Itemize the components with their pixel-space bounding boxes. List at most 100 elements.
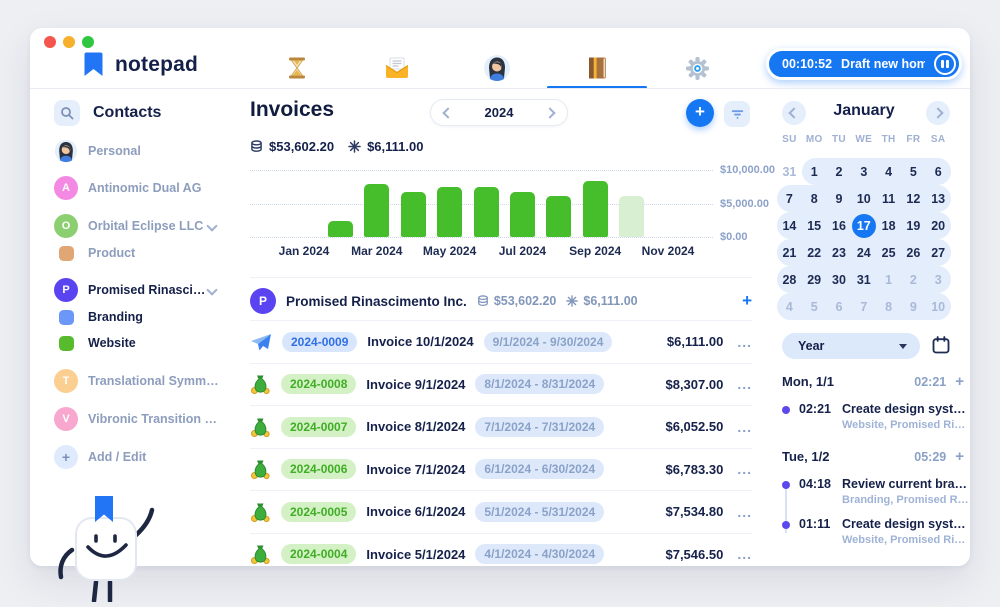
tab-ledger[interactable] <box>547 48 647 89</box>
calendar-day-6[interactable]: 6 <box>826 293 852 320</box>
calendar-day-10[interactable]: 10 <box>851 185 877 212</box>
contact-initial-avatar: T <box>54 369 78 393</box>
calendar-day-5[interactable]: 5 <box>900 158 926 185</box>
add-time-entry-button[interactable]: + <box>955 448 964 465</box>
calendar-day-2[interactable]: 2 <box>826 158 852 185</box>
calendar-day-18[interactable]: 18 <box>876 212 901 239</box>
invoice-menu-button[interactable]: ... <box>737 461 752 477</box>
invoice-row-2024-0007[interactable]: 2024-0007 Invoice 8/1/2024 7/1/2024 - 7/31… <box>250 406 752 449</box>
calendar-day-5[interactable]: 5 <box>801 293 827 320</box>
maximize-window-button[interactable] <box>82 36 94 48</box>
tab-hourglass[interactable] <box>247 48 347 88</box>
next-year-button[interactable] <box>544 106 556 119</box>
close-window-button[interactable] <box>44 36 56 48</box>
weekday-label: FR <box>906 134 921 145</box>
avatar-icon <box>483 54 511 82</box>
invoice-menu-button[interactable]: ... <box>737 504 752 520</box>
time-tracker-pill[interactable]: 00:10:52 Draft new homep... <box>766 48 962 80</box>
sidebar-item-promised-rinascimen[interactable]: P Promised Rinascimen... <box>54 277 224 303</box>
invoice-amount: $8,307.00 <box>665 376 724 392</box>
prev-year-button[interactable] <box>442 106 454 119</box>
calendar-day-15[interactable]: 15 <box>801 212 827 239</box>
calendar-day-11[interactable]: 11 <box>876 185 901 212</box>
calendar-day-17[interactable]: 17 <box>851 212 877 239</box>
sidebar-item-label: Antinomic Dual AG <box>88 181 202 195</box>
entry-tags: Branding, Promised Rinas... <box>842 494 970 506</box>
invoice-row-2024-0006[interactable]: 2024-0006 Invoice 7/1/2024 6/1/2024 - 6/30… <box>250 449 752 491</box>
calendar-day-28[interactable]: 28 <box>777 266 802 293</box>
sidebar-item-product[interactable]: Product <box>54 240 224 266</box>
invoice-menu-button[interactable]: ... <box>737 334 752 350</box>
calendar-day-1[interactable]: 1 <box>801 158 827 185</box>
pause-timer-button[interactable] <box>934 53 956 75</box>
contact-summary-row[interactable]: P Promised Rinascimento Inc. $53,602.20 … <box>250 282 752 320</box>
time-entry[interactable]: 04:18 Review current brand... Branding, Pr… <box>782 477 970 506</box>
sidebar-item-antinomic-dual-ag[interactable]: A Antinomic Dual AG <box>54 175 224 201</box>
sidebar-item-personal[interactable]: Personal <box>54 138 224 164</box>
sidebar-item-branding[interactable]: Branding <box>54 304 224 330</box>
invoice-row-2024-0008[interactable]: 2024-0008 Invoice 9/1/2024 8/1/2024 - 8/31… <box>250 364 752 406</box>
calendar-day-22[interactable]: 22 <box>801 239 827 266</box>
calendar-day-3[interactable]: 3 <box>925 266 951 293</box>
chart-bar-mar-2024 <box>364 183 390 237</box>
calendar-day-29[interactable]: 29 <box>801 266 827 293</box>
calendar-day-3[interactable]: 3 <box>851 158 877 185</box>
search-button[interactable] <box>54 100 80 126</box>
invoice-menu-button[interactable]: ... <box>737 376 752 392</box>
calendar-day-16[interactable]: 16 <box>826 212 852 239</box>
chart-x-tick-label: Jan 2024 <box>278 244 330 258</box>
add-invoice-button[interactable]: + <box>686 99 714 127</box>
calendar-day-8[interactable]: 8 <box>801 185 827 212</box>
calendar-day-19[interactable]: 19 <box>900 212 926 239</box>
time-entry[interactable]: 01:11 Create design system Website, Promis… <box>782 517 970 546</box>
invoice-row-2024-0009[interactable]: 2024-0009 Invoice 10/1/2024 9/1/2024 - 9/3… <box>250 321 752 364</box>
calendar-day-12[interactable]: 12 <box>900 185 926 212</box>
calendar-day-7[interactable]: 7 <box>777 185 802 212</box>
invoice-row-2024-0005[interactable]: 2024-0005 Invoice 6/1/2024 5/1/2024 - 5/31… <box>250 491 752 534</box>
calendar-day-31[interactable]: 31 <box>777 158 802 185</box>
calendar-icon[interactable] <box>931 335 951 355</box>
chart-gridline <box>250 237 713 238</box>
calendar-day-27[interactable]: 27 <box>925 239 951 266</box>
calendar-day-7[interactable]: 7 <box>851 293 877 320</box>
sidebar-item-website[interactable]: Website <box>54 330 224 356</box>
tab-avatar[interactable] <box>447 48 547 88</box>
calendar-day-4[interactable]: 4 <box>777 293 802 320</box>
invoice-amount: $7,546.50 <box>665 546 724 562</box>
calendar-day-4[interactable]: 4 <box>876 158 901 185</box>
calendar-day-26[interactable]: 26 <box>900 239 926 266</box>
calendar-day-9[interactable]: 9 <box>826 185 852 212</box>
calendar-day-9[interactable]: 9 <box>900 293 926 320</box>
minimize-window-button[interactable] <box>63 36 75 48</box>
calendar-day-23[interactable]: 23 <box>826 239 852 266</box>
calendar-day-31[interactable]: 31 <box>851 266 877 293</box>
calendar-day-24[interactable]: 24 <box>851 239 877 266</box>
add-time-entry-button[interactable]: + <box>955 373 964 390</box>
sidebar-item-add-edit[interactable]: + Add / Edit <box>54 444 224 470</box>
invoice-period-badge: 4/1/2024 - 4/30/2024 <box>475 544 605 565</box>
tab-gear[interactable] <box>647 48 747 88</box>
calendar-day-30[interactable]: 30 <box>826 266 852 293</box>
sidebar-item-vibronic-transition-g[interactable]: V Vibronic Transition G... <box>54 406 224 432</box>
calendar-day-1[interactable]: 1 <box>876 266 901 293</box>
invoice-menu-button[interactable]: ... <box>737 419 752 435</box>
calendar-day-20[interactable]: 20 <box>925 212 951 239</box>
add-invoice-for-contact-button[interactable]: + <box>742 291 752 311</box>
calendar-day-10[interactable]: 10 <box>925 293 951 320</box>
invoice-row-2024-0004[interactable]: 2024-0004 Invoice 5/1/2024 4/1/2024 - 4/30… <box>250 534 752 576</box>
time-entry[interactable]: 02:21 Create design system Website, Promis… <box>782 402 970 431</box>
filter-button[interactable] <box>724 101 750 127</box>
calendar-day-13[interactable]: 13 <box>925 185 951 212</box>
tab-mail[interactable] <box>347 48 447 88</box>
calendar-day-2[interactable]: 2 <box>900 266 926 293</box>
invoice-menu-button[interactable]: ... <box>737 546 752 562</box>
calendar-day-25[interactable]: 25 <box>876 239 901 266</box>
next-month-button[interactable] <box>926 101 950 125</box>
sidebar-item-orbital-eclipse-llc[interactable]: O Orbital Eclipse LLC <box>54 213 224 239</box>
calendar-day-8[interactable]: 8 <box>876 293 901 320</box>
calendar-day-6[interactable]: 6 <box>925 158 951 185</box>
calendar-day-14[interactable]: 14 <box>777 212 802 239</box>
sidebar-item-translational-symmet[interactable]: T Translational Symmet... <box>54 368 224 394</box>
year-dropdown[interactable]: Year <box>782 333 920 359</box>
calendar-day-21[interactable]: 21 <box>777 239 802 266</box>
